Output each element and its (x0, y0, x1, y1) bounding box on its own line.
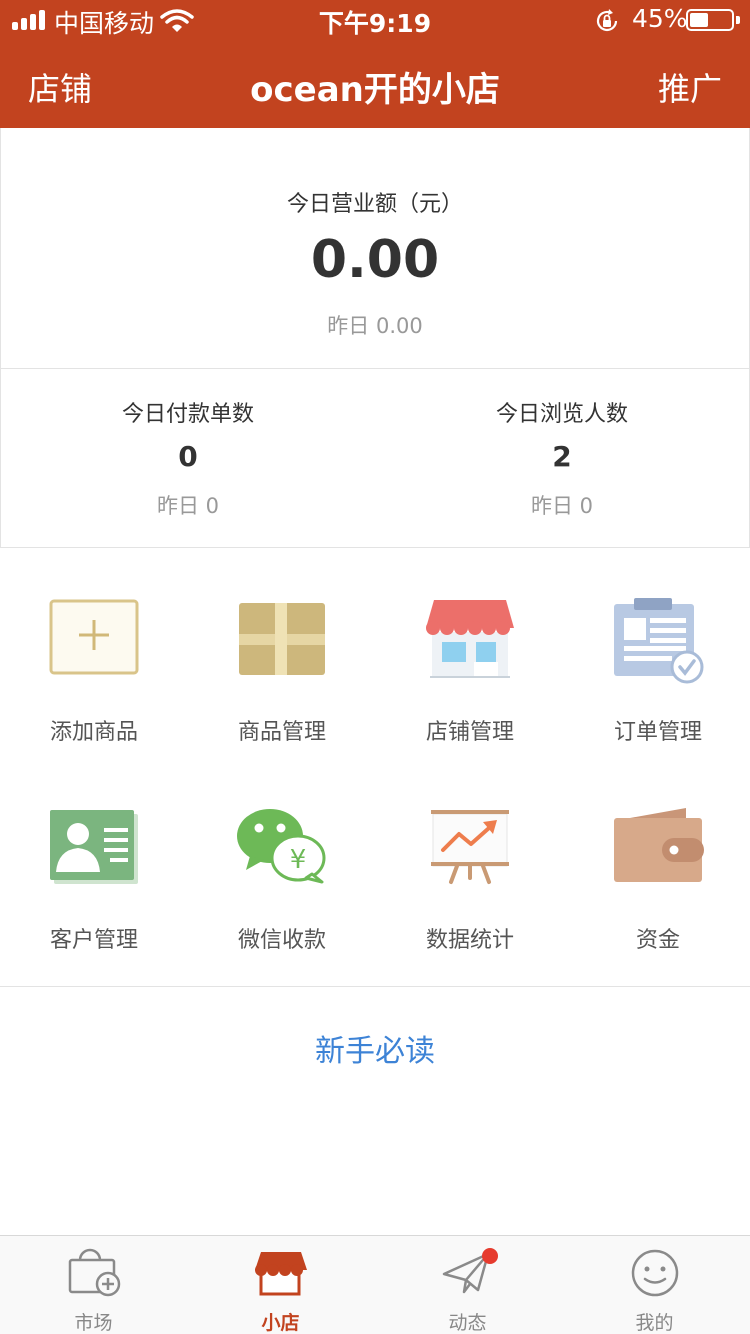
tile-label: 商品管理 (237, 720, 326, 745)
status-bar: 中国移动 下午9:19 45% (0, 0, 750, 40)
product-management-tile[interactable]: 商品管理 (188, 548, 376, 756)
promote-nav-button[interactable]: 推广 (658, 64, 722, 110)
stat-yesterday: 昨日 0 (156, 494, 220, 518)
customer-management-tile[interactable]: 客户管理 (0, 756, 188, 964)
battery-tip (736, 16, 740, 24)
order-clipboard-icon (614, 598, 704, 684)
tab-label: 市场 (74, 1312, 113, 1334)
battery-icon (686, 9, 734, 31)
revenue-value: 0.00 (310, 230, 440, 290)
tile-label: 资金 (635, 928, 680, 953)
data-chart-icon (431, 810, 509, 884)
tab-shop[interactable]: 小店 (187, 1236, 374, 1334)
store-management-tile[interactable]: 店铺管理 (376, 548, 564, 756)
rotation-lock-icon (596, 9, 618, 32)
tab-moments[interactable]: 动态 (374, 1236, 561, 1334)
svg-text:¥: ¥ (290, 845, 307, 875)
wallet-icon (614, 808, 704, 882)
top-bar: 中国移动 下午9:19 45% 店铺 ocean开的小店 推广 (0, 0, 750, 128)
grid-divider (0, 986, 750, 987)
notification-badge (482, 1248, 498, 1264)
wechat-payment-tile[interactable]: ¥ 微信收款 (188, 756, 376, 964)
customer-card-icon (50, 810, 138, 884)
stat-title: 今日浏览人数 (495, 402, 628, 427)
add-product-tile[interactable]: 添加商品 (0, 548, 188, 756)
tile-label: 添加商品 (49, 720, 138, 745)
beginner-guide-link[interactable]: 新手必读 (0, 1026, 750, 1070)
tab-label: 小店 (261, 1312, 300, 1334)
product-box-icon (239, 603, 325, 675)
stat-title: 今日付款单数 (121, 402, 254, 427)
order-management-tile[interactable]: 订单管理 (564, 548, 750, 756)
storefront-icon (426, 600, 514, 678)
page-title: ocean开的小店 (250, 70, 500, 110)
stat-value: 0 (178, 440, 198, 473)
shop-icon (254, 1252, 307, 1296)
tab-label: 动态 (448, 1312, 487, 1334)
revenue-label: 今日营业额（元） (286, 192, 463, 217)
smiley-face-icon (631, 1249, 678, 1297)
tab-market[interactable]: 市场 (0, 1236, 187, 1334)
stat-value: 2 (552, 440, 572, 473)
tile-label: 数据统计 (425, 928, 514, 953)
battery-percentage: 45% (632, 4, 688, 33)
tab-label: 我的 (635, 1312, 674, 1334)
market-bag-icon (68, 1248, 120, 1297)
visitors-stat: 今日浏览人数 2 昨日 0 (375, 368, 749, 546)
funds-tile[interactable]: 资金 (564, 756, 750, 964)
data-statistics-tile[interactable]: 数据统计 (376, 756, 564, 964)
tab-bar: 市场 小店 动态 我的 (0, 1235, 750, 1334)
tile-label: 客户管理 (49, 928, 138, 953)
tile-label: 微信收款 (237, 928, 326, 953)
wechat-payment-icon: ¥ (237, 809, 326, 884)
feature-grid: 添加商品 商品管理 店铺管理 订单管理 客户管理 ¥ 微信收款 数据统计 资金 (0, 548, 750, 986)
stats-card: 今日营业额（元） 0.00 昨日 0.00 今日付款单数 0 昨日 0 今日浏览… (0, 128, 750, 548)
battery-fill (690, 13, 708, 27)
tile-label: 订单管理 (613, 720, 702, 745)
tab-mine[interactable]: 我的 (561, 1236, 748, 1334)
add-product-icon (49, 599, 139, 675)
paid-orders-stat: 今日付款单数 0 昨日 0 (1, 368, 375, 546)
tile-label: 店铺管理 (425, 720, 514, 745)
revenue-yesterday: 昨日 0.00 (327, 314, 423, 338)
stat-yesterday: 昨日 0 (530, 494, 594, 518)
